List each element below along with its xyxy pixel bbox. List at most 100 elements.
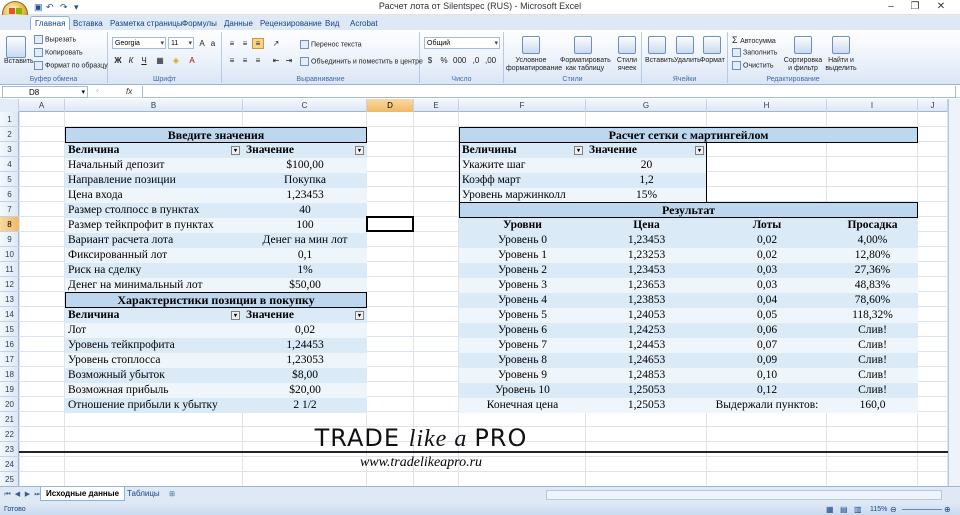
input-table-value[interactable]: Денег на мин лот — [243, 233, 367, 248]
tab-page-layout[interactable]: Разметка страницы — [106, 17, 187, 30]
format-as-table-button[interactable]: Форматировать как таблицу — [560, 57, 611, 73]
name-box[interactable]: D8 — [2, 86, 88, 98]
wrap-text-button[interactable]: Перенос текста — [300, 40, 362, 49]
grid-table-value[interactable]: 15% — [586, 188, 707, 203]
row-header-16[interactable]: 16 — [0, 337, 19, 352]
italic-button[interactable]: К — [125, 55, 137, 66]
column-header-a[interactable]: A — [19, 99, 65, 112]
align-right-icon[interactable]: ≡ — [252, 55, 264, 66]
column-header-f[interactable]: F — [459, 99, 586, 112]
close-icon[interactable]: ✕ — [930, 0, 952, 15]
row-header-1[interactable]: 1 — [0, 112, 19, 127]
column-header-h[interactable]: H — [707, 99, 827, 112]
decrease-decimal-icon[interactable]: ,00 — [484, 55, 496, 66]
sheet-tab-source-data[interactable]: Исходные данные — [40, 487, 126, 501]
format-as-table-icon[interactable] — [574, 36, 592, 54]
increase-indent-icon[interactable]: ⇥ — [283, 55, 295, 66]
row-header-6[interactable]: 6 — [0, 187, 19, 202]
increase-decimal-icon[interactable]: ,0 — [470, 55, 482, 66]
copy-button[interactable]: Копировать — [34, 48, 83, 57]
row-header-17[interactable]: 17 — [0, 352, 19, 367]
paste-icon[interactable] — [6, 36, 26, 58]
grid-table-col1-filter-icon[interactable]: ▾ — [574, 146, 583, 155]
horizontal-scrollbar[interactable] — [546, 490, 942, 500]
autosum-button[interactable]: Σ Автосумма — [732, 35, 776, 45]
row-header-10[interactable]: 10 — [0, 247, 19, 262]
next-sheet-icon[interactable]: ▶ — [23, 490, 32, 499]
align-left-icon[interactable]: ≡ — [226, 55, 238, 66]
input-table-value[interactable]: Покупка — [243, 173, 367, 188]
row-header-5[interactable]: 5 — [0, 172, 19, 187]
cell-styles-button[interactable]: Стили ячеек — [612, 57, 642, 73]
tab-insert[interactable]: Вставка — [69, 17, 107, 30]
row-header-24[interactable]: 24 — [0, 457, 19, 472]
clear-button[interactable]: Очистить — [732, 61, 773, 70]
insert-cells-icon[interactable] — [648, 36, 666, 54]
borders-icon[interactable]: ▦ — [154, 55, 166, 66]
fill-button[interactable]: Заполнить — [732, 48, 777, 57]
align-top-icon[interactable]: ≡ — [226, 38, 238, 49]
column-header-c[interactable]: C — [243, 99, 367, 112]
row-header-18[interactable]: 18 — [0, 367, 19, 382]
format-cells-icon[interactable] — [703, 36, 721, 54]
sort-filter-icon[interactable] — [794, 36, 812, 54]
decrease-indent-icon[interactable]: ⇤ — [270, 55, 282, 66]
tab-data[interactable]: Данные — [220, 17, 257, 30]
tab-formulas[interactable]: Формулы — [178, 17, 221, 30]
row-header-13[interactable]: 13 — [0, 292, 19, 307]
grid-table-value[interactable]: 1,2 — [586, 173, 707, 188]
formula-input[interactable] — [142, 86, 956, 98]
column-header-j[interactable]: J — [918, 99, 948, 112]
row-header-11[interactable]: 11 — [0, 262, 19, 277]
position-table-value[interactable]: $20,00 — [243, 383, 367, 398]
font-name-select[interactable]: Georgia — [112, 37, 166, 49]
zoom-slider[interactable] — [902, 509, 942, 510]
font-color-icon[interactable]: A — [186, 55, 198, 66]
fill-color-icon[interactable]: ◈ — [170, 55, 182, 66]
insert-function-button[interactable]: fx — [126, 86, 132, 98]
row-header-7[interactable]: 7 — [0, 202, 19, 217]
tab-home[interactable]: Главная — [30, 16, 71, 30]
align-bottom-icon[interactable]: ≡ — [252, 38, 264, 49]
column-header-i[interactable]: I — [827, 99, 918, 112]
tab-acrobat[interactable]: Acrobat — [346, 17, 382, 30]
position-table-value[interactable]: 1,23053 — [243, 353, 367, 368]
shrink-font-icon[interactable]: a — [207, 38, 219, 49]
column-header-e[interactable]: E — [414, 99, 459, 112]
input-table-value[interactable]: 0,1 — [243, 248, 367, 263]
delete-cells-button[interactable]: Удалить — [674, 57, 701, 64]
conditional-formatting-button[interactable]: Условное форматирование — [506, 57, 562, 73]
input-table-value[interactable]: 1% — [243, 263, 367, 278]
input-table-value[interactable]: $100,00 — [243, 158, 367, 173]
number-format-select[interactable]: Общий — [424, 37, 500, 49]
select-all-button[interactable] — [0, 99, 19, 112]
zoom-level[interactable]: 115% — [870, 504, 887, 515]
zoom-in-icon[interactable]: ⊕ — [944, 504, 951, 515]
input-table-value[interactable]: $50,00 — [243, 278, 367, 293]
column-header-g[interactable]: G — [586, 99, 707, 112]
orientation-icon[interactable]: ↗ — [270, 38, 282, 49]
grid-table-col2-filter-icon[interactable]: ▾ — [695, 146, 704, 155]
align-middle-icon[interactable]: ≡ — [239, 38, 251, 49]
prev-sheet-icon[interactable]: ◀ — [13, 490, 22, 499]
row-header-19[interactable]: 19 — [0, 382, 19, 397]
insert-sheet-icon[interactable]: ⊞ — [166, 490, 178, 499]
position-table-value[interactable]: $8,00 — [243, 368, 367, 383]
column-header-d[interactable]: D — [367, 99, 414, 112]
input-table-value[interactable]: 100 — [243, 218, 367, 233]
insert-cells-button[interactable]: Вставить — [645, 57, 675, 64]
font-size-select[interactable]: 11 — [168, 37, 194, 49]
page-break-view-icon[interactable]: ▥ — [854, 504, 862, 515]
normal-view-icon[interactable]: ▦ — [826, 504, 834, 515]
row-header-14[interactable]: 14 — [0, 307, 19, 322]
row-header-8[interactable]: 8 — [0, 217, 19, 232]
row-header-12[interactable]: 12 — [0, 277, 19, 292]
row-header-22[interactable]: 22 — [0, 427, 19, 442]
row-header-15[interactable]: 15 — [0, 322, 19, 337]
bold-button[interactable]: Ж — [112, 55, 124, 66]
underline-button[interactable]: Ч — [138, 55, 150, 66]
zoom-out-icon[interactable]: ⊖ — [890, 504, 897, 515]
position-table-value[interactable]: 0,02 — [243, 323, 367, 338]
vertical-scrollbar[interactable] — [948, 99, 960, 486]
format-cells-button[interactable]: Формат — [700, 57, 725, 64]
